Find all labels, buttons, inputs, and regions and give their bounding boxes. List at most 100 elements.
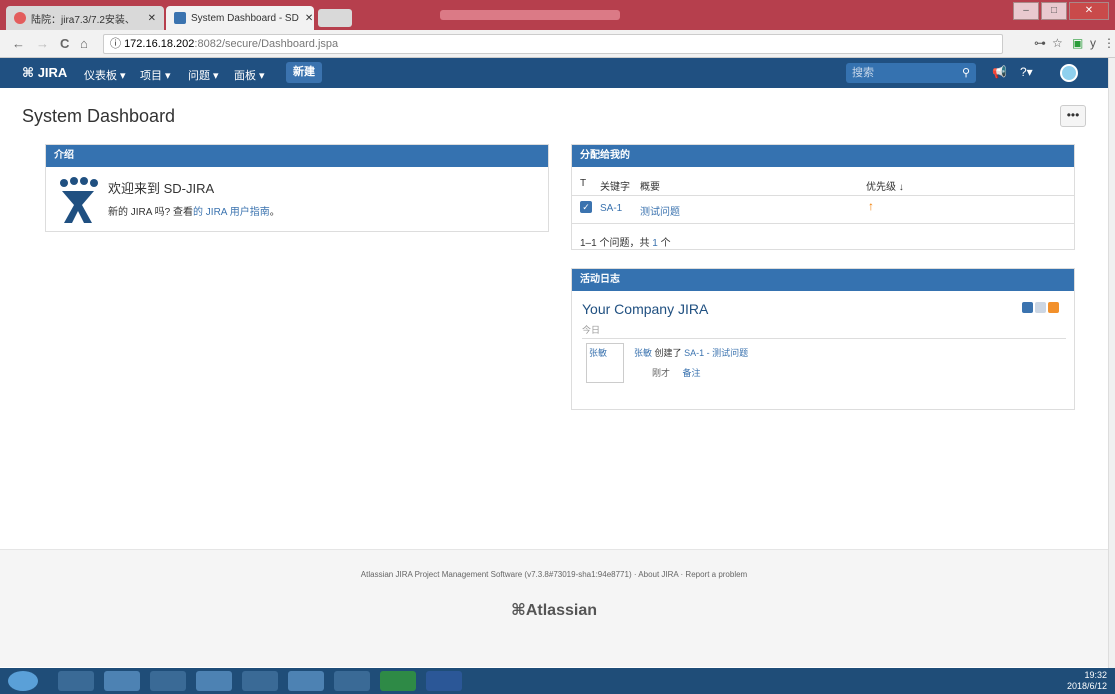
col-key[interactable]: 关键字	[600, 178, 630, 193]
taskbar-app-5[interactable]	[242, 671, 278, 691]
col-summary[interactable]: 概要	[640, 178, 660, 193]
activity-issue-link[interactable]: SA-1 - 测试问题	[684, 348, 748, 358]
menu-dashboards[interactable]: 仪表板 ▾	[84, 67, 126, 83]
col-type: T	[580, 178, 587, 189]
info-icon[interactable]: ⓘ	[110, 38, 121, 50]
more-options-button[interactable]: •••	[1060, 105, 1086, 127]
rss-icon[interactable]	[1048, 302, 1059, 313]
intro-gadget: 介绍 欢迎来到 SD-JIRA 新的 JIRA 吗? 查看的 JIRA 用户指南…	[45, 144, 549, 232]
start-button[interactable]	[8, 671, 38, 691]
tab-close-icon[interactable]: ✕	[142, 13, 156, 24]
list-view-icon[interactable]	[1022, 302, 1033, 313]
new-tab-button[interactable]	[318, 9, 352, 27]
site-favicon-icon	[14, 12, 26, 24]
tab-close-icon[interactable]: ✕	[299, 13, 313, 24]
user-guide-link[interactable]: 的 JIRA 用户指南	[193, 207, 270, 218]
user-avatar[interactable]	[1060, 64, 1078, 82]
activity-gadget-header: 活动日志	[572, 269, 1074, 291]
maximize-button[interactable]: □	[1041, 2, 1067, 20]
extension-y-icon[interactable]: y	[1090, 36, 1096, 50]
feedback-icon[interactable]: 📢	[992, 65, 1007, 79]
jira-header: ⌘ JIRA 仪表板 ▾ 项目 ▾ 问题 ▾ 面板 ▾ 新建 搜索 ⚲ 📢 ?▾	[0, 58, 1108, 88]
activity-title[interactable]: Your Company JIRA	[582, 301, 708, 317]
help-icon[interactable]: ?▾	[1020, 65, 1033, 79]
col-priority[interactable]: 优先级 ↓	[866, 178, 904, 193]
extension-icon[interactable]: ▣	[1072, 36, 1083, 50]
count-total-link[interactable]: 1	[652, 238, 658, 249]
tab-title: 陆院：jira7.3/7.2安装、	[31, 14, 135, 26]
activity-comment-link[interactable]: 备注	[683, 368, 701, 378]
forward-icon[interactable]: →	[36, 36, 49, 51]
page-footer: Atlassian JIRA Project Management Softwa…	[0, 549, 1108, 667]
activity-gadget: 活动日志 Your Company JIRA 今日 张敏 张敏 创建了 SA-1…	[571, 268, 1075, 410]
clock-date: 2018/6/12	[1066, 681, 1107, 691]
browser-tab[interactable]: 陆院：jira7.3/7.2安装、 ✕	[6, 6, 164, 30]
full-view-icon[interactable]	[1035, 302, 1046, 313]
page-title: System Dashboard	[22, 106, 176, 126]
url-input[interactable]: ⓘ 172.16.18.202:8082/secure/Dashboard.js…	[103, 34, 1003, 54]
intro-text-prefix: 新的 JIRA 吗? 查看	[108, 207, 194, 218]
intro-text: 新的 JIRA 吗? 查看的 JIRA 用户指南。	[108, 203, 280, 218]
divider	[572, 223, 1074, 224]
count-suffix: 个	[660, 238, 671, 249]
activity-date-label: 今日	[582, 325, 601, 335]
intro-title: 欢迎来到 SD-JIRA	[108, 181, 215, 196]
search-placeholder: 搜索	[852, 67, 874, 79]
search-input[interactable]: 搜索 ⚲	[846, 63, 976, 83]
footer-text: Atlassian JIRA Project Management Softwa…	[360, 570, 748, 579]
priority-arrow-icon: ↑	[868, 199, 874, 213]
browser-tab-active[interactable]: System Dashboard - SD ✕	[166, 6, 314, 30]
jira-favicon-icon	[174, 12, 186, 24]
back-icon[interactable]: ←	[12, 36, 25, 51]
taskbar-word-icon[interactable]	[426, 671, 462, 691]
browser-menu-icon[interactable]: ⋮	[1103, 36, 1115, 50]
taskbar-app-7[interactable]	[334, 671, 370, 691]
divider	[572, 195, 1074, 196]
key-icon[interactable]: ⊶	[1034, 36, 1046, 50]
tab-title: System Dashboard - SD	[191, 12, 299, 24]
minimize-button[interactable]: –	[1013, 2, 1039, 20]
activity-meta: 刚才 备注	[652, 366, 701, 379]
taskbar-chrome-icon[interactable]	[196, 671, 232, 691]
issue-summary-link[interactable]: 测试问题	[640, 203, 680, 218]
issue-key-link[interactable]: SA-1	[600, 203, 622, 214]
intro-text-suffix: 。	[269, 207, 280, 218]
taskbar-app-2[interactable]	[104, 671, 140, 691]
menu-issues[interactable]: 问题 ▾	[188, 67, 219, 83]
taskbar-app-1[interactable]	[58, 671, 94, 691]
task-type-icon: ✓	[580, 201, 592, 213]
star-icon[interactable]: ☆	[1052, 36, 1063, 50]
atlassian-logo[interactable]: ⌘Atlassian	[0, 600, 1108, 620]
activity-user-link[interactable]: 张敏	[634, 348, 652, 358]
address-bar-row: ← → C ⌂ ⓘ 172.16.18.202:8082/secure/Dash…	[0, 30, 1115, 58]
blurred-window-title	[440, 10, 620, 20]
activity-entry: 张敏 创建了 SA-1 - 测试问题	[634, 346, 748, 359]
count-prefix: 1–1 个问题，共	[580, 238, 650, 249]
window-controls: – □ ✕	[1013, 2, 1109, 20]
jira-logo-icon	[60, 177, 98, 223]
reload-icon[interactable]: C	[60, 36, 69, 51]
url-path: :8082/secure/Dashboard.jspa	[194, 38, 339, 50]
user-avatar-image: 张敏	[586, 343, 624, 383]
taskbar-app-3[interactable]	[150, 671, 186, 691]
page-scrollbar[interactable]	[1108, 58, 1115, 668]
activity-time: 刚才	[652, 368, 671, 378]
assigned-gadget-header: 分配给我的	[572, 145, 1074, 167]
assigned-gadget: 分配给我的 T 关键字 概要 优先级 ↓ ✓ SA-1 测试问题 ↑ 1–1 个…	[571, 144, 1075, 250]
search-icon[interactable]: ⚲	[962, 63, 970, 83]
atlassian-logo-text: Atlassian	[525, 602, 597, 619]
divider	[582, 338, 1066, 339]
menu-projects[interactable]: 项目 ▾	[140, 67, 171, 83]
create-button[interactable]: 新建	[286, 62, 322, 83]
menu-boards[interactable]: 面板 ▾	[234, 67, 265, 83]
clock-time: 19:32	[1084, 670, 1107, 680]
os-taskbar: 19:32 2018/6/12	[0, 668, 1115, 694]
home-icon[interactable]: ⌂	[80, 36, 88, 51]
activity-action: 创建了	[654, 348, 682, 358]
activity-view-controls	[1022, 302, 1059, 313]
close-window-button[interactable]: ✕	[1069, 2, 1109, 20]
taskbar-excel-icon[interactable]	[380, 671, 416, 691]
taskbar-clock[interactable]: 19:32 2018/6/12	[1067, 670, 1107, 692]
taskbar-folder-icon[interactable]	[288, 671, 324, 691]
jira-logo[interactable]: ⌘ JIRA	[22, 65, 67, 81]
